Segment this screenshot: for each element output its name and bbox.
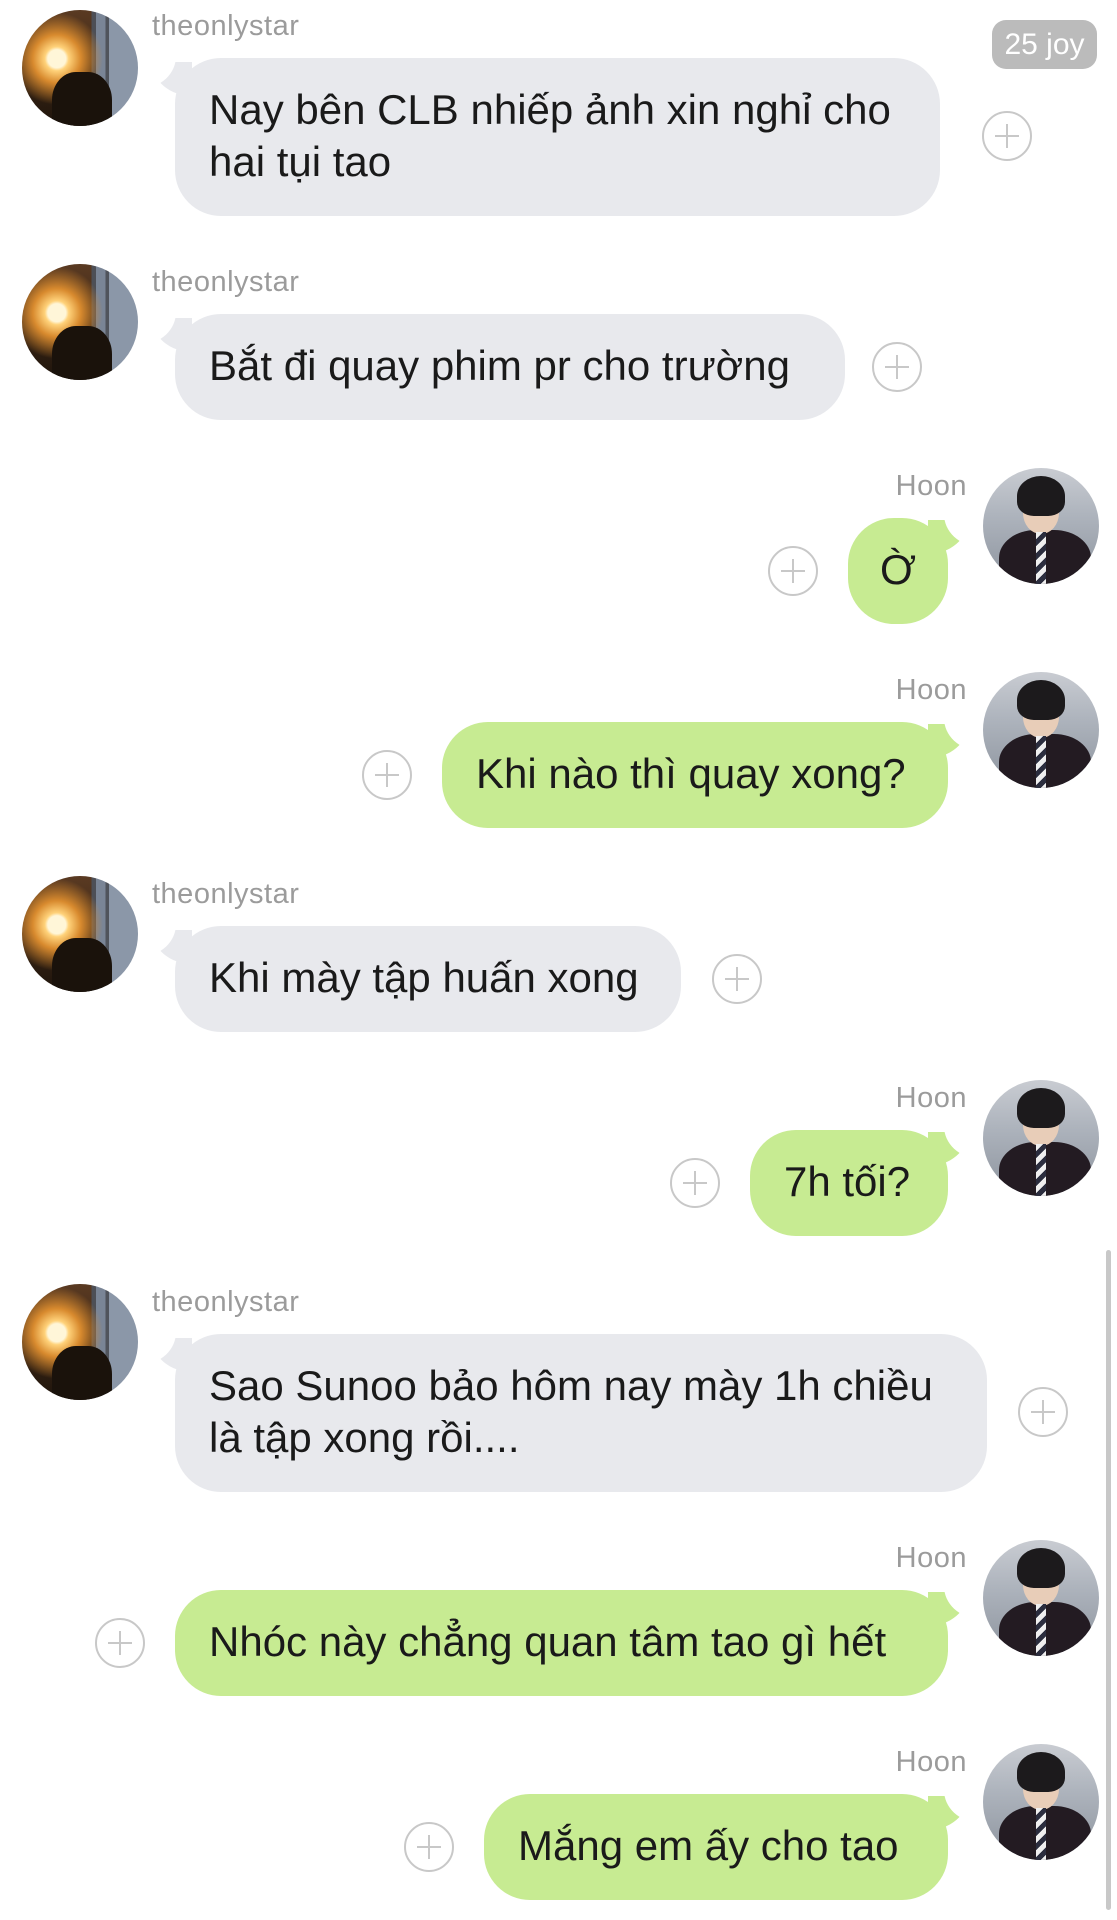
message-bubble-outgoing[interactable]: Mắng em ấy cho tao	[484, 1794, 948, 1900]
avatar-theonlystar[interactable]	[22, 876, 138, 992]
avatar-hoon[interactable]	[983, 1080, 1099, 1196]
avatar-hoon[interactable]	[983, 672, 1099, 788]
message-bubble-outgoing[interactable]: Khi nào thì quay xong?	[442, 722, 948, 828]
add-reaction-icon[interactable]	[712, 954, 762, 1004]
sender-name: Hoon	[895, 674, 967, 706]
add-reaction-icon[interactable]	[95, 1618, 145, 1668]
avatar-theonlystar[interactable]	[22, 10, 138, 126]
add-reaction-icon[interactable]	[768, 546, 818, 596]
sender-name: theonlystar	[152, 1286, 300, 1318]
sender-name: Hoon	[895, 1746, 967, 1778]
avatar-theonlystar[interactable]	[22, 264, 138, 380]
avatar-hoon[interactable]	[983, 468, 1099, 584]
add-reaction-icon[interactable]	[982, 111, 1032, 161]
avatar-hoon[interactable]	[983, 1540, 1099, 1656]
sender-name: theonlystar	[152, 10, 300, 42]
message-bubble-outgoing[interactable]: 7h tối?	[750, 1130, 948, 1236]
sender-name: Hoon	[895, 470, 967, 502]
message-bubble-outgoing[interactable]: Ờ	[848, 518, 948, 624]
message-bubble-incoming[interactable]: Nay bên CLB nhiếp ảnh xin nghỉ cho hai t…	[175, 58, 940, 216]
message-bubble-outgoing[interactable]: Nhóc này chẳng quan tâm tao gì hết	[175, 1590, 948, 1696]
sender-name: theonlystar	[152, 266, 300, 298]
message-bubble-incoming[interactable]: Sao Sunoo bảo hôm nay mày 1h chiều là tậ…	[175, 1334, 987, 1492]
add-reaction-icon[interactable]	[404, 1822, 454, 1872]
add-reaction-icon[interactable]	[872, 342, 922, 392]
message-bubble-incoming[interactable]: Khi mày tập huấn xong	[175, 926, 681, 1032]
reaction-count-badge[interactable]: 25 joy	[992, 20, 1097, 69]
avatar-hoon[interactable]	[983, 1744, 1099, 1860]
add-reaction-icon[interactable]	[362, 750, 412, 800]
add-reaction-icon[interactable]	[1018, 1387, 1068, 1437]
sender-name: theonlystar	[152, 878, 300, 910]
message-bubble-incoming[interactable]: Bắt đi quay phim pr cho trường	[175, 314, 845, 420]
scrollbar[interactable]	[1106, 1250, 1111, 1910]
sender-name: Hoon	[895, 1082, 967, 1114]
add-reaction-icon[interactable]	[670, 1158, 720, 1208]
avatar-theonlystar[interactable]	[22, 1284, 138, 1400]
sender-name: Hoon	[895, 1542, 967, 1574]
